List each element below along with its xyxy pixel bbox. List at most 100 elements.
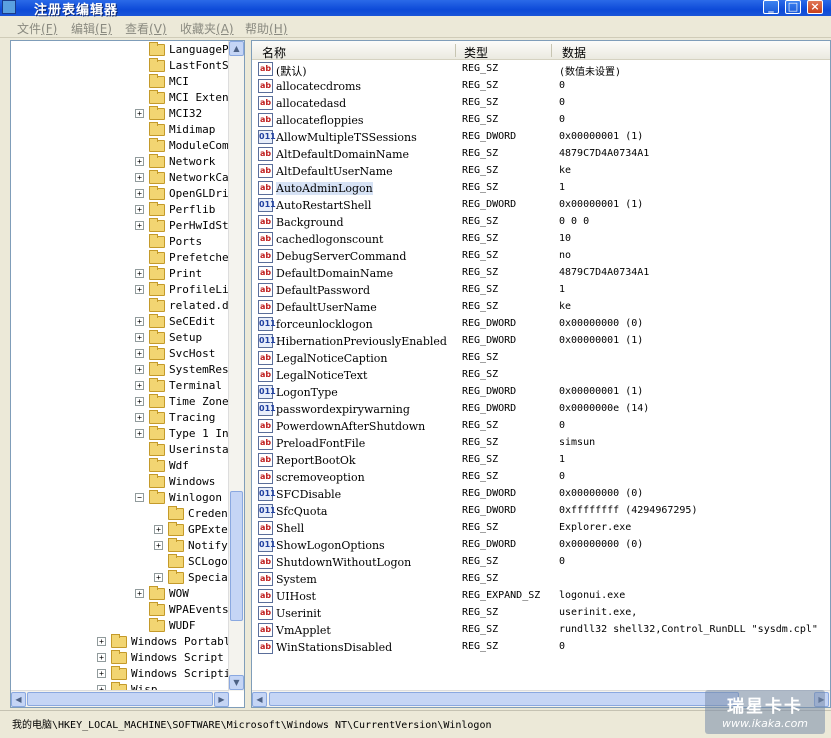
column-header-name[interactable]: 名称 — [262, 44, 286, 61]
tree-item[interactable]: + SvcHost — [11, 346, 229, 362]
tree-item[interactable]: + Special — [11, 570, 234, 586]
column-header-data[interactable]: 数据 — [562, 44, 586, 61]
tree-item[interactable]: + Setup — [11, 330, 229, 346]
tree-scroll-up-button[interactable]: ▲ — [229, 41, 244, 56]
registry-value-row[interactable]: 011 SFCDisable REG_DWORD 0x00000000 (0) — [252, 486, 830, 503]
tree-item[interactable]: Midimap — [11, 122, 229, 138]
registry-value-row[interactable]: 011 forceunlocklogon REG_DWORD 0x00000000 (… — [252, 316, 830, 333]
expand-icon[interactable]: + — [135, 381, 144, 390]
expand-icon[interactable]: + — [135, 285, 144, 294]
registry-value-row[interactable]: 011 AllowMultipleTSSessions REG_DWORD 0x000… — [252, 129, 830, 146]
expand-icon[interactable]: + — [97, 669, 106, 678]
registry-value-row[interactable]: ab PreloadFontFile REG_SZ simsun — [252, 435, 830, 452]
menu-view[interactable]: 查看(V) — [125, 20, 167, 37]
collapse-icon[interactable]: − — [135, 493, 144, 502]
registry-value-row[interactable]: ab LegalNoticeText REG_SZ — [252, 367, 830, 384]
registry-value-row[interactable]: ab AltDefaultUserName REG_SZ ke — [252, 163, 830, 180]
expand-icon[interactable]: + — [135, 349, 144, 358]
registry-value-row[interactable]: ab VmApplet REG_SZ rundll32 shell32,Control… — [252, 622, 830, 639]
tree-scroll-right-button[interactable]: ▶ — [214, 692, 229, 707]
expand-icon[interactable]: + — [135, 429, 144, 438]
tree-item[interactable]: + Notify — [11, 538, 229, 554]
tree-item[interactable]: + PerHwIdSto — [11, 218, 235, 234]
expand-icon[interactable]: + — [135, 365, 144, 374]
tree-item[interactable]: + Windows Portable — [11, 634, 237, 650]
title-bar[interactable]: 注册表编辑器 _ □ × — [0, 0, 831, 18]
tree-scroll-down-button[interactable]: ▼ — [229, 675, 244, 690]
registry-value-row[interactable]: ab Userinit REG_SZ userinit.exe, — [252, 605, 830, 622]
registry-value-row[interactable]: ab UIHost REG_EXPAND_SZ logonui.exe — [252, 588, 830, 605]
registry-value-row[interactable]: 011 passwordexpirywarning REG_DWORD 0x00000… — [252, 401, 830, 418]
tree-item[interactable]: LastFontSw — [11, 58, 235, 74]
tree-item[interactable]: MCI — [11, 74, 229, 90]
menu-favorites[interactable]: 收藏夹(A) — [180, 20, 234, 37]
expand-icon[interactable]: + — [154, 525, 163, 534]
registry-value-row[interactable]: ab allocatefloppies REG_SZ 0 — [252, 112, 830, 129]
expand-icon[interactable]: + — [135, 333, 144, 342]
tree-item[interactable]: related.de — [11, 298, 235, 314]
menu-edit[interactable]: 编辑(E) — [71, 20, 112, 37]
registry-values-list[interactable]: 名称 类型 数据 ab (默认) REG_SZ (数值未设置) ab allocatecd… — [251, 40, 831, 708]
tree-horizontal-scrollbar[interactable]: ◀ ▶ — [11, 690, 229, 707]
registry-value-row[interactable]: ab allocatecdroms REG_SZ 0 — [252, 78, 830, 95]
registry-value-row[interactable]: ab WinStationsDisabled REG_SZ 0 — [252, 639, 830, 656]
tree-item[interactable]: + NetworkCar — [11, 170, 235, 186]
tree-item[interactable]: WUDF — [11, 618, 229, 634]
registry-value-row[interactable]: 011 ShowLogonOptions REG_DWORD 0x00000000 (… — [252, 537, 830, 554]
expand-icon[interactable]: + — [135, 157, 144, 166]
registry-value-row[interactable]: 011 SfcQuota REG_DWORD 0xffffffff (42949672… — [252, 503, 830, 520]
tree-item[interactable]: + Print — [11, 266, 229, 282]
tree-item[interactable]: + Network — [11, 154, 229, 170]
expand-icon[interactable]: + — [135, 269, 144, 278]
registry-value-row[interactable]: ab DefaultDomainName REG_SZ 4879C7D4A0734A1 — [252, 265, 830, 282]
tree-item[interactable]: WPAEvents — [11, 602, 229, 618]
tree-item[interactable]: + WOW — [11, 586, 229, 602]
registry-value-row[interactable]: 011 HibernationPreviouslyEnabled REG_DWORD… — [252, 333, 830, 350]
list-scroll-left-button[interactable]: ◀ — [252, 692, 267, 707]
tree-item[interactable]: MCI Extens — [11, 90, 235, 106]
list-horizontal-scroll-thumb[interactable] — [269, 692, 739, 706]
expand-icon[interactable]: + — [135, 397, 144, 406]
expand-icon[interactable]: + — [135, 589, 144, 598]
tree-item[interactable]: + SeCEdit — [11, 314, 229, 330]
registry-value-row[interactable]: ab allocatedasd REG_SZ 0 — [252, 95, 830, 112]
tree-item[interactable]: ModuleComp — [11, 138, 235, 154]
registry-value-row[interactable]: 011 LogonType REG_DWORD 0x00000001 (1) — [252, 384, 830, 401]
registry-key-tree[interactable]: +Wisp+Windows Scriptin+Windows Script H+… — [10, 40, 245, 708]
tree-scroll-left-button[interactable]: ◀ — [11, 692, 26, 707]
tree-item[interactable]: Creden — [11, 506, 229, 522]
registry-value-row[interactable]: ab cachedlogonscount REG_SZ 10 — [252, 231, 830, 248]
column-separator[interactable] — [455, 44, 456, 57]
tree-item[interactable]: + OpenGLDriv — [11, 186, 235, 202]
registry-value-row[interactable]: ab Background REG_SZ 0 0 0 — [252, 214, 830, 231]
tree-item[interactable]: + Windows Scriptin — [11, 666, 237, 682]
tree-item[interactable]: Wdf — [11, 458, 229, 474]
menu-help[interactable]: 帮助(H) — [245, 20, 287, 37]
expand-icon[interactable]: + — [135, 413, 144, 422]
tree-item[interactable]: Ports — [11, 234, 229, 250]
registry-value-row[interactable]: ab DefaultPassword REG_SZ 1 — [252, 282, 830, 299]
tree-item[interactable]: + Type 1 Ins — [11, 426, 235, 442]
tree-item[interactable]: + SystemRest — [11, 362, 235, 378]
tree-item[interactable]: Windows — [11, 474, 229, 490]
registry-value-row[interactable]: ab PowerdownAfterShutdown REG_SZ 0 — [252, 418, 830, 435]
registry-value-row[interactable]: ab (默认) REG_SZ (数值未设置) — [252, 61, 830, 78]
tree-item[interactable]: + MCI32 — [11, 106, 229, 122]
registry-value-row[interactable]: ab Shell REG_SZ Explorer.exe — [252, 520, 830, 537]
registry-value-row[interactable]: ab DefaultUserName REG_SZ ke — [252, 299, 830, 316]
tree-item[interactable]: + ProfileLis — [11, 282, 235, 298]
tree-item[interactable]: + Windows Script H — [11, 650, 237, 666]
registry-value-row[interactable]: ab AltDefaultDomainName REG_SZ 4879C7D4A073… — [252, 146, 830, 163]
registry-value-row[interactable]: ab System REG_SZ — [252, 571, 830, 588]
registry-value-row[interactable]: ab LegalNoticeCaption REG_SZ — [252, 350, 830, 367]
registry-value-row[interactable]: ab ShutdownWithoutLogon REG_SZ 0 — [252, 554, 830, 571]
tree-item[interactable]: + Time Zones — [11, 394, 235, 410]
tree-vertical-scroll-thumb[interactable] — [230, 491, 243, 621]
tree-vertical-scrollbar[interactable]: ▲ ▼ — [228, 41, 244, 691]
column-header-type[interactable]: 类型 — [464, 44, 488, 61]
registry-value-row[interactable]: 011 AutoRestartShell REG_DWORD 0x00000001 (… — [252, 197, 830, 214]
tree-item[interactable]: LanguagePa — [11, 42, 235, 58]
expand-icon[interactable]: + — [97, 637, 106, 646]
expand-icon[interactable]: + — [97, 653, 106, 662]
registry-value-row[interactable]: ab scremoveoption REG_SZ 0 — [252, 469, 830, 486]
